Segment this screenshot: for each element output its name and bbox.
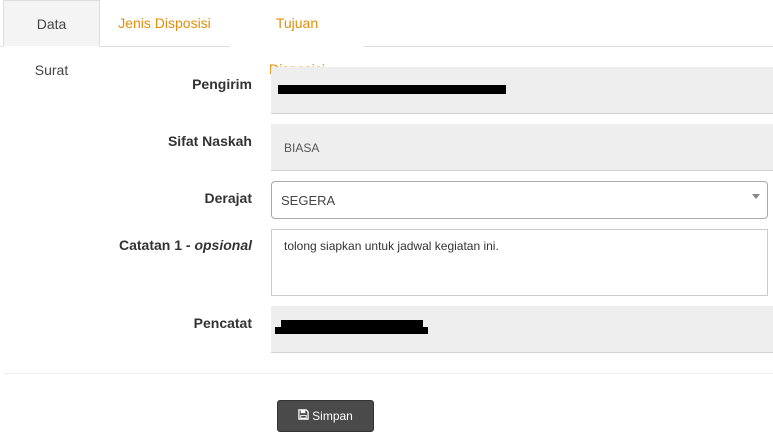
simpan-button[interactable]: Simpan bbox=[277, 400, 374, 432]
tab-bar: Data Surat Jenis Disposisi Tujuan Dispos… bbox=[0, 0, 773, 78]
derajat-select[interactable]: SEGERA bbox=[271, 181, 768, 219]
save-icon bbox=[298, 401, 309, 431]
tab-bar-divider bbox=[0, 46, 773, 47]
catatan-label: Catatan 1 - opsional bbox=[119, 237, 252, 253]
tab-tujuan-disposisi[interactable]: Tujuan Disposisi bbox=[230, 0, 364, 77]
pencatat-field bbox=[271, 306, 773, 353]
sifat-naskah-value: BIASA bbox=[284, 141, 320, 155]
tab-jenis-disposisi[interactable]: Jenis Disposisi bbox=[101, 0, 228, 46]
form-divider bbox=[4, 373, 773, 374]
pencatat-label: Pencatat bbox=[193, 315, 252, 331]
pengirim-label: Pengirim bbox=[192, 76, 252, 92]
simpan-label: Simpan bbox=[312, 409, 353, 423]
tab-data-surat[interactable]: Data Surat bbox=[3, 0, 100, 78]
derajat-selected-value: SEGERA bbox=[281, 193, 336, 208]
redacted-block bbox=[275, 327, 428, 334]
catatan-label-main: Catatan 1 - bbox=[118, 237, 195, 253]
chevron-down-icon bbox=[752, 194, 760, 199]
catatan-textarea[interactable]: tolong siapkan untuk jadwal kegiatan ini… bbox=[271, 229, 768, 296]
derajat-label: Derajat bbox=[204, 190, 252, 206]
catatan-label-optional: opsional bbox=[194, 237, 252, 253]
pengirim-field bbox=[271, 67, 773, 114]
redacted-block bbox=[278, 85, 506, 94]
sifat-naskah-field: BIASA bbox=[271, 124, 773, 171]
sifat-naskah-label: Sifat Naskah bbox=[167, 133, 252, 149]
